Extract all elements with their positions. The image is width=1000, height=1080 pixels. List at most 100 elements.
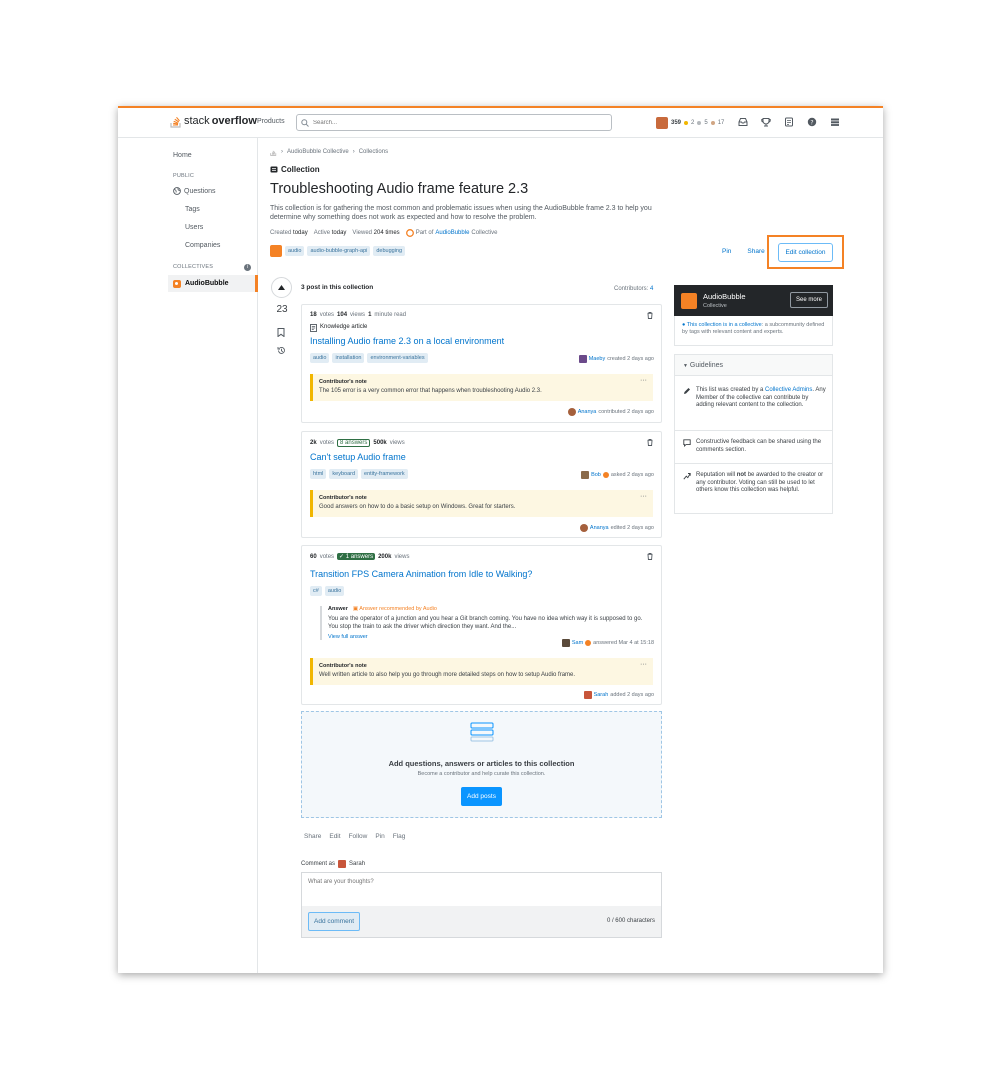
user-profile[interactable]: 359 2 5 17 <box>656 117 724 129</box>
trend-icon <box>683 473 691 480</box>
tag[interactable]: audio-bubble-graph-api <box>307 246 371 256</box>
search-input[interactable] <box>313 119 593 126</box>
search-icon <box>301 118 309 127</box>
app-window: stackoverflow Products 359 2 5 17 ? Home… <box>118 106 883 973</box>
nav-home[interactable]: Home <box>173 152 192 159</box>
collection-footer-actions: Share Edit Follow Pin Flag <box>304 833 405 840</box>
collective-name[interactable]: AudioBubble <box>703 292 746 301</box>
pin-link[interactable]: Pin <box>722 248 731 255</box>
breadcrumb-collections[interactable]: Collections <box>359 149 388 155</box>
caret-down-icon: ▼ <box>683 363 688 369</box>
tag[interactable]: debugging <box>373 246 406 256</box>
nav-companies[interactable]: Companies <box>185 242 220 249</box>
trash-icon[interactable] <box>647 312 653 321</box>
answers-count: ✓ 1 answers <box>337 553 376 560</box>
comment-box: Add comment 0 / 600 characters <box>301 872 662 938</box>
review-icon[interactable] <box>784 117 794 127</box>
guidelines-toggle[interactable]: ▼ Guidelines <box>675 355 832 376</box>
nav-tags[interactable]: Tags <box>185 206 200 213</box>
flag-action[interactable]: Flag <box>393 833 406 840</box>
pin-action[interactable]: Pin <box>375 833 384 840</box>
comment-input[interactable] <box>302 873 661 906</box>
more-options-icon[interactable]: ··· <box>640 377 647 384</box>
share-action[interactable]: Share <box>304 833 321 840</box>
products-menu[interactable]: Products <box>257 118 285 125</box>
logo-text-bold: overflow <box>211 115 257 127</box>
note-author-link[interactable]: Sarah <box>594 692 609 698</box>
empty-subtext: Become a contributor and help curate thi… <box>417 771 546 777</box>
recommended-badge: ▣ Answer recommended by Audio <box>352 606 437 612</box>
note-author-link[interactable]: Ananya <box>590 525 609 531</box>
collection-stack-icon <box>470 722 493 742</box>
top-bar: stackoverflow Products 359 2 5 17 ? <box>118 108 883 138</box>
edit-action[interactable]: Edit <box>329 833 340 840</box>
nav-questions[interactable]: Questions <box>173 187 216 195</box>
nav-audiobubble[interactable]: AudioBubble <box>168 275 258 292</box>
contributors-count[interactable]: 4 <box>650 286 653 292</box>
collection-score: 23 <box>276 304 288 315</box>
tag[interactable]: installation <box>332 353 365 363</box>
collection-icon <box>270 166 278 173</box>
avatar <box>561 639 570 647</box>
answer-author-link[interactable]: Sam <box>572 640 583 646</box>
tag[interactable]: entity-framework <box>361 469 408 479</box>
post-title-link[interactable]: Transition FPS Camera Animation from Idl… <box>310 569 532 579</box>
collective-info-link[interactable]: This collection is in a collective <box>687 322 762 328</box>
inbox-icon[interactable] <box>738 117 748 127</box>
reputation: 359 <box>671 120 682 126</box>
post-title-link[interactable]: Can't setup Audio frame <box>310 452 406 462</box>
trash-icon[interactable] <box>647 553 653 562</box>
see-more-button[interactable]: See more <box>789 292 828 308</box>
site-switcher-icon[interactable] <box>830 117 840 127</box>
more-options-icon[interactable]: ··· <box>640 661 647 668</box>
tag[interactable]: audio <box>310 353 330 363</box>
comment-user: Sarah <box>349 861 366 867</box>
answer-header: Answer ▣ Answer recommended by Audio <box>328 606 653 612</box>
tag[interactable]: audio <box>285 246 305 256</box>
tag[interactable]: environment-variables <box>367 353 428 363</box>
collection-description: This collection is for gathering the mos… <box>270 205 652 221</box>
list-item: 18 votes 104 views 1 minute read Knowledge … <box>301 304 662 423</box>
trash-icon[interactable] <box>647 439 653 448</box>
chevron-right-icon: › <box>281 149 283 155</box>
note-title: Contributor's note <box>319 379 367 385</box>
owner-link[interactable]: Maeby <box>589 356 606 362</box>
collective-badge-icon <box>585 640 592 646</box>
bookmark-icon[interactable] <box>277 328 285 337</box>
comment-icon <box>683 439 691 447</box>
upvote-button[interactable] <box>271 277 292 298</box>
silver-count: 5 <box>704 120 708 126</box>
breadcrumb-collective[interactable]: AudioBubble Collective <box>287 149 349 155</box>
help-icon[interactable]: ? <box>807 117 817 127</box>
tag[interactable]: c# <box>310 586 322 596</box>
follow-action[interactable]: Follow <box>349 833 368 840</box>
history-icon[interactable] <box>277 346 286 355</box>
active-meta: Active today <box>313 230 347 236</box>
contributor-note: Contributor's note The 105 error is a ve… <box>310 374 653 401</box>
tag[interactable]: keyboard <box>329 469 359 479</box>
note-author: Ananya edited 2 days ago <box>579 524 654 532</box>
edit-collection-button[interactable]: Edit collection <box>778 242 833 262</box>
add-posts-button[interactable]: Add posts <box>461 787 502 806</box>
nav-section-public: PUBLIC <box>173 173 195 179</box>
post-title-link[interactable]: Installing Audio frame 2.3 on a local en… <box>310 336 504 346</box>
post-owner: Maeby created 2 days ago <box>578 355 654 363</box>
stackoverflow-logo[interactable]: stack overflow <box>170 114 257 128</box>
collective-admins-link[interactable]: Collective Admins <box>765 387 812 393</box>
collective-badge-icon <box>602 472 609 478</box>
collective-link[interactable]: AudioBubble <box>435 230 469 236</box>
add-comment-button[interactable]: Add comment <box>308 912 361 931</box>
contributor-note: Contributor's note Well written article … <box>310 658 653 685</box>
more-options-icon[interactable]: ··· <box>640 493 647 500</box>
achievements-icon[interactable] <box>761 117 771 127</box>
share-link[interactable]: Share <box>747 248 764 255</box>
tag[interactable]: html <box>310 469 327 479</box>
owner-link[interactable]: Bob <box>591 472 601 478</box>
note-author-link[interactable]: Ananya <box>578 409 597 415</box>
info-icon[interactable]: i <box>244 264 251 271</box>
stack-logo-icon[interactable] <box>270 148 277 156</box>
search-box[interactable] <box>296 114 612 131</box>
audiobubble-logo-icon <box>681 293 697 309</box>
tag[interactable]: audio <box>324 586 345 596</box>
nav-users[interactable]: Users <box>185 224 203 231</box>
